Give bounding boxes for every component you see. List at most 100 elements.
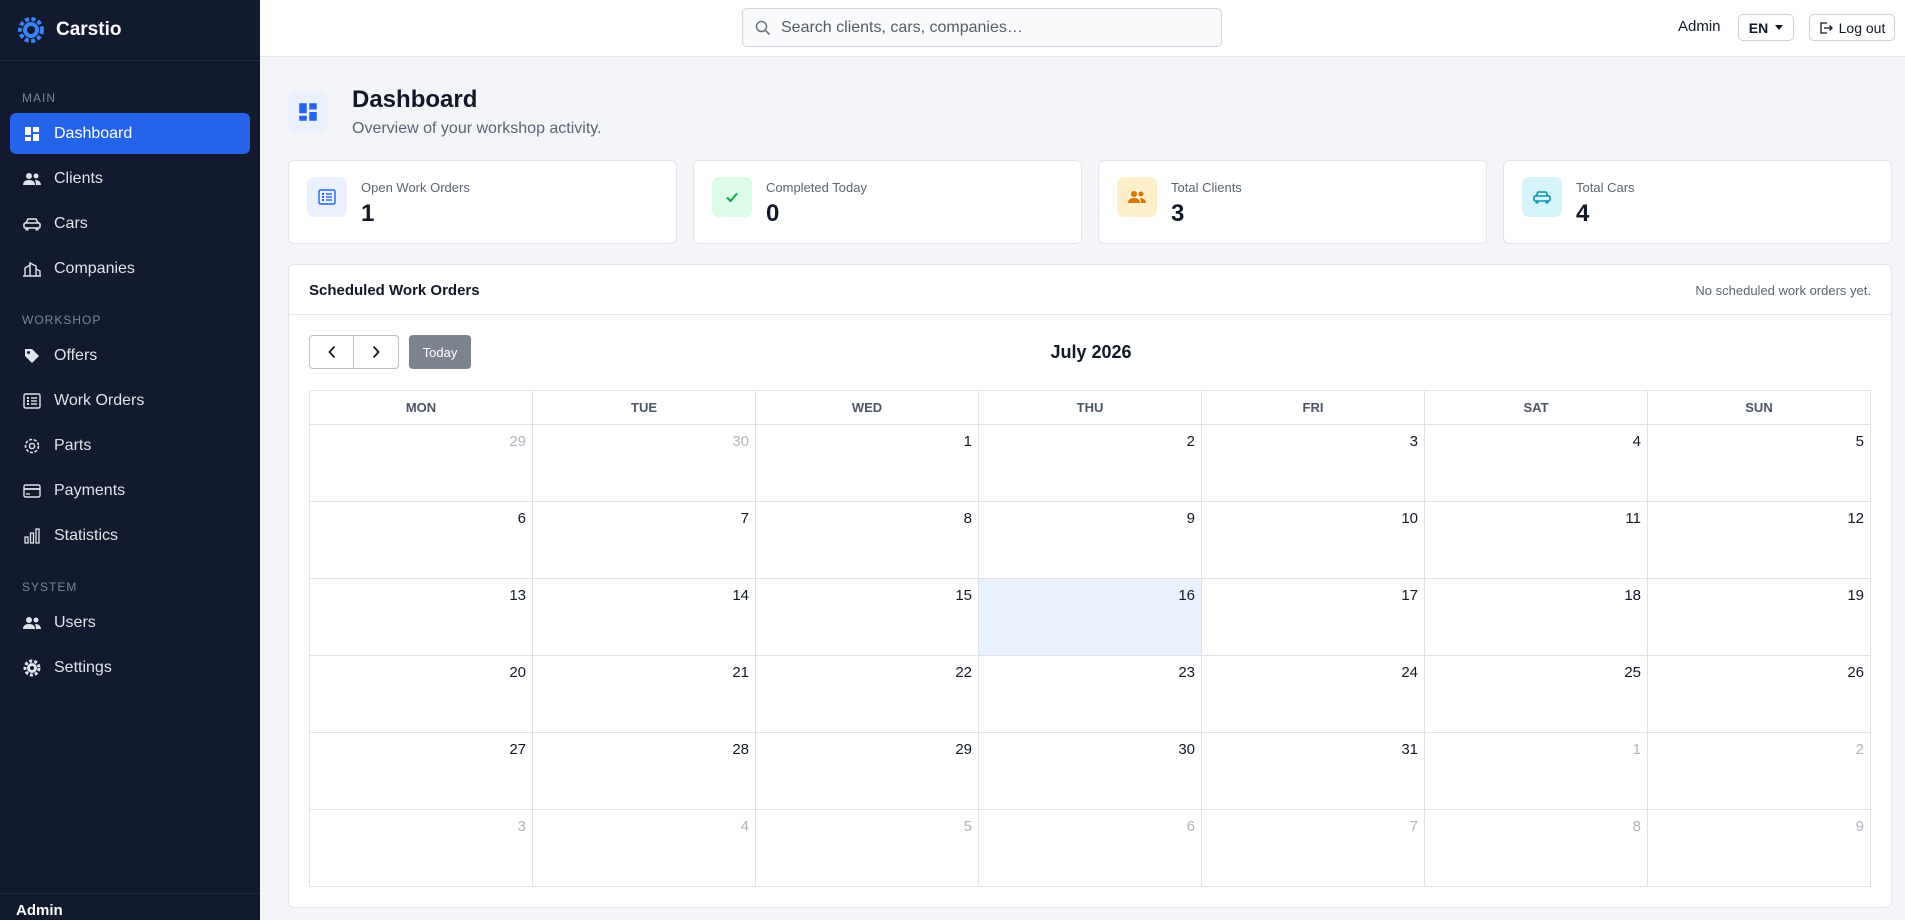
calendar-day[interactable]: 1 — [755, 424, 979, 502]
sidebar-item-parts[interactable]: Parts — [10, 425, 250, 466]
calendar-day-today[interactable]: 16 — [978, 578, 1202, 656]
calendar-week-row: 27 28 29 30 31 1 2 — [309, 732, 1871, 810]
calendar-day[interactable]: 21 — [532, 655, 756, 733]
calendar-grid: MON TUE WED THU FRI SAT SUN 29 30 1 2 3 4 5 6 7 8… — [309, 390, 1871, 887]
stat-card-total-clients[interactable]: Total Clients 3 — [1098, 160, 1487, 244]
search-box[interactable] — [742, 8, 1222, 47]
calendar-week-row: 13 14 15 16 17 18 19 — [309, 578, 1871, 656]
logout-icon — [1819, 21, 1833, 34]
logout-label: Log out — [1838, 19, 1886, 36]
sidebar-item-dashboard[interactable]: Dashboard — [10, 113, 250, 154]
calendar-day[interactable]: 13 — [309, 578, 533, 656]
sidebar-item-offers[interactable]: Offers — [10, 335, 250, 376]
stat-card-open-work-orders[interactable]: Open Work Orders 1 — [288, 160, 677, 244]
gear-outline-icon — [22, 436, 42, 456]
language-value: EN — [1748, 19, 1769, 36]
calendar-day[interactable]: 6 — [978, 809, 1202, 887]
calendar-day[interactable]: 12 — [1647, 501, 1871, 579]
calendar-day[interactable]: 30 — [978, 732, 1202, 810]
calendar-day[interactable]: 3 — [1201, 424, 1425, 502]
language-select[interactable]: EN — [1738, 14, 1794, 41]
calendar-day[interactable]: 23 — [978, 655, 1202, 733]
scheduled-work-orders-panel: Scheduled Work Orders No scheduled work … — [288, 264, 1892, 908]
calendar-day[interactable]: 28 — [532, 732, 756, 810]
stat-card-completed-today[interactable]: Completed Today 0 — [693, 160, 1082, 244]
calendar-day[interactable]: 15 — [755, 578, 979, 656]
stat-label: Completed Today — [766, 180, 867, 195]
calendar-day[interactable]: 10 — [1201, 501, 1425, 579]
calendar-day[interactable]: 5 — [755, 809, 979, 887]
logout-button[interactable]: Log out — [1809, 14, 1895, 41]
calendar-day[interactable]: 29 — [755, 732, 979, 810]
sidebar-item-users[interactable]: Users — [10, 602, 250, 643]
search-input[interactable] — [781, 18, 1201, 37]
car-icon — [22, 214, 42, 234]
sidebar-item-label: Companies — [54, 259, 135, 277]
current-user-name: Admin — [1678, 18, 1721, 35]
topbar: Admin EN Log out — [260, 0, 1905, 57]
calendar-day[interactable]: 22 — [755, 655, 979, 733]
calendar-day[interactable]: 26 — [1647, 655, 1871, 733]
sidebar-item-label: Statistics — [54, 526, 119, 544]
calendar-day[interactable]: 17 — [1201, 578, 1425, 656]
calendar-day[interactable]: 7 — [1201, 809, 1425, 887]
calendar-day[interactable]: 1 — [1424, 732, 1648, 810]
sidebar-item-label: Settings — [54, 658, 112, 676]
calendar-day[interactable]: 20 — [309, 655, 533, 733]
stat-label: Total Cars — [1576, 180, 1635, 195]
calendar-day[interactable]: 25 — [1424, 655, 1648, 733]
calendar-day[interactable]: 7 — [532, 501, 756, 579]
sidebar-item-cars[interactable]: Cars — [10, 203, 250, 244]
sidebar-item-label: Work Orders — [54, 391, 145, 409]
calendar-day[interactable]: 4 — [1424, 424, 1648, 502]
calendar-day[interactable]: 4 — [532, 809, 756, 887]
chevron-down-icon — [1775, 25, 1784, 30]
dashboard-icon — [22, 124, 42, 144]
calendar-day[interactable]: 8 — [755, 501, 979, 579]
calendar-day[interactable]: 2 — [978, 424, 1202, 502]
stat-value: 4 — [1576, 200, 1590, 227]
users-icon — [22, 613, 42, 633]
calendar-day[interactable]: 11 — [1424, 501, 1648, 579]
calendar-day[interactable]: 9 — [1647, 809, 1871, 887]
sidebar-item-work-orders[interactable]: Work Orders — [10, 380, 250, 421]
weekday-header: MON — [309, 390, 533, 425]
stat-label: Open Work Orders — [361, 180, 470, 195]
tag-icon — [22, 346, 42, 366]
calendar-day[interactable]: 6 — [309, 501, 533, 579]
calendar-day[interactable]: 31 — [1201, 732, 1425, 810]
calendar-day[interactable]: 3 — [309, 809, 533, 887]
calendar-day[interactable]: 14 — [532, 578, 756, 656]
weekday-header: WED — [755, 390, 979, 425]
calendar-day[interactable]: 5 — [1647, 424, 1871, 502]
sidebar-user[interactable]: Admin — [0, 893, 260, 920]
sidebar-item-clients[interactable]: Clients — [10, 158, 250, 199]
calendar-day[interactable]: 9 — [978, 501, 1202, 579]
calendar-day[interactable]: 27 — [309, 732, 533, 810]
app-name: Carstio — [56, 19, 122, 40]
stat-value: 1 — [361, 200, 375, 227]
logo-gear-icon — [18, 17, 44, 43]
sidebar: Carstio MAIN Dashboard Clients Cars Comp… — [0, 0, 260, 920]
calendar-day[interactable]: 29 — [309, 424, 533, 502]
sidebar-item-companies[interactable]: Companies — [10, 248, 250, 289]
calendar-day[interactable]: 2 — [1647, 732, 1871, 810]
sidebar-item-label: Offers — [54, 346, 98, 364]
section-title-system: SYSTEM — [22, 580, 78, 594]
sidebar-item-settings[interactable]: Settings — [10, 647, 250, 688]
sidebar-item-label: Payments — [54, 481, 126, 499]
dashboard-icon — [288, 92, 328, 132]
sidebar-item-payments[interactable]: Payments — [10, 470, 250, 511]
brand[interactable]: Carstio — [0, 0, 260, 61]
calendar-week-row: 29 30 1 2 3 4 5 — [309, 424, 1871, 502]
calendar-week-row: 6 7 8 9 10 11 12 — [309, 501, 1871, 579]
check-icon — [712, 177, 752, 217]
calendar-day[interactable]: 8 — [1424, 809, 1648, 887]
calendar-day[interactable]: 24 — [1201, 655, 1425, 733]
calendar-day[interactable]: 18 — [1424, 578, 1648, 656]
stat-card-total-cars[interactable]: Total Cars 4 — [1503, 160, 1892, 244]
sidebar-item-statistics[interactable]: Statistics — [10, 515, 250, 556]
calendar-day[interactable]: 30 — [532, 424, 756, 502]
list-icon — [22, 391, 42, 411]
calendar-day[interactable]: 19 — [1647, 578, 1871, 656]
